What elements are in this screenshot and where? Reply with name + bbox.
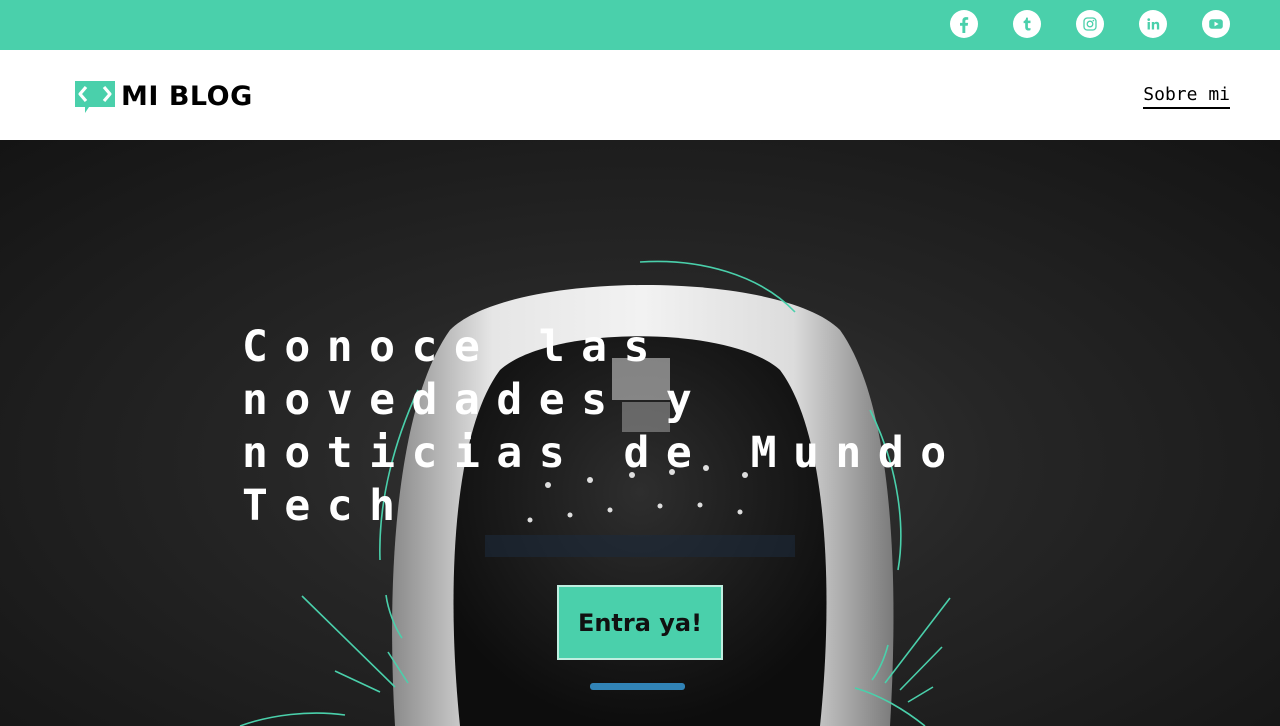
youtube-icon[interactable] bbox=[1202, 10, 1230, 38]
enter-button[interactable]: Entra ya! bbox=[557, 585, 723, 660]
tumblr-icon[interactable] bbox=[1013, 10, 1041, 38]
site-header: MI BLOG Sobre mi bbox=[0, 50, 1280, 140]
hero-title: Conoce las novedades y noticias de Mundo… bbox=[242, 322, 963, 531]
nav-about-link[interactable]: Sobre mi bbox=[1143, 84, 1230, 109]
facebook-icon[interactable] bbox=[950, 10, 978, 38]
site-logo[interactable]: MI BLOG bbox=[75, 81, 253, 113]
linkedin-icon[interactable] bbox=[1139, 10, 1167, 38]
social-bar bbox=[0, 0, 1280, 50]
instagram-icon[interactable] bbox=[1076, 10, 1104, 38]
hero-section: Conoce las novedades y noticias de Mundo… bbox=[0, 140, 1280, 726]
logo-text: MI BLOG bbox=[121, 81, 253, 112]
code-bubble-icon bbox=[75, 81, 115, 113]
